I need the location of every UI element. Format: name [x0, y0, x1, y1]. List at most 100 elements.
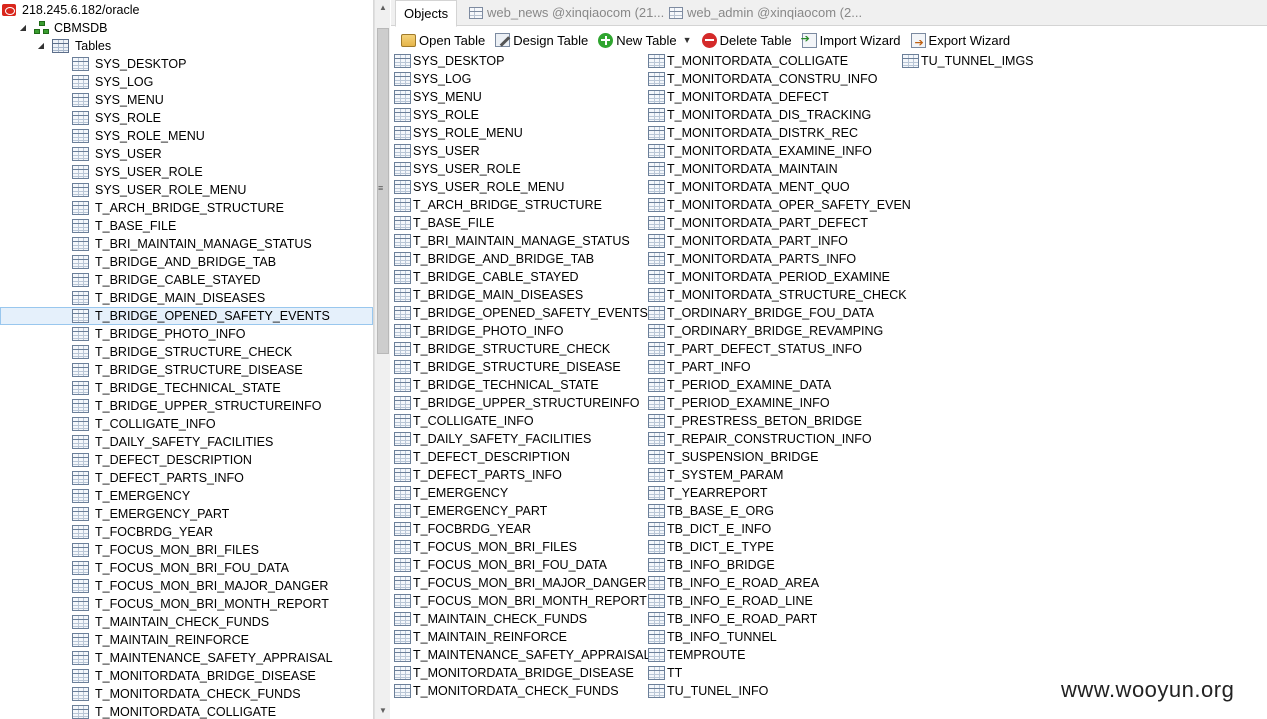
- object-table-item[interactable]: T_MONITORDATA_DISTRK_REC: [648, 124, 858, 142]
- object-table-item[interactable]: T_MONITORDATA_MENT_QUO: [648, 178, 850, 196]
- tree-table-item[interactable]: T_BRIDGE_TECHNICAL_STATE: [72, 379, 281, 397]
- tab-objects[interactable]: Objects: [395, 0, 458, 27]
- object-table-item[interactable]: T_MONITORDATA_PART_DEFECT: [648, 214, 868, 232]
- object-table-item[interactable]: T_BRIDGE_OPENED_SAFETY_EVENTS: [394, 304, 648, 322]
- import-wizard-button[interactable]: Import Wizard: [798, 29, 905, 51]
- tree-table-item[interactable]: T_BRIDGE_STRUCTURE_DISEASE: [72, 361, 303, 379]
- object-table-item[interactable]: T_BRIDGE_STRUCTURE_CHECK: [394, 340, 610, 358]
- expanded-caret-icon[interactable]: ◢: [18, 23, 28, 33]
- object-table-item[interactable]: T_DAILY_SAFETY_FACILITIES: [394, 430, 591, 448]
- tree-table-item[interactable]: T_FOCUS_MON_BRI_FILES: [72, 541, 259, 559]
- open-table-button[interactable]: Open Table: [397, 29, 489, 51]
- object-table-item[interactable]: TT: [648, 664, 682, 682]
- scroll-up-icon[interactable]: ▲: [375, 0, 391, 16]
- object-table-item[interactable]: T_PART_DEFECT_STATUS_INFO: [648, 340, 862, 358]
- tree-table-item[interactable]: T_FOCUS_MON_BRI_MAJOR_DANGER: [72, 577, 328, 595]
- object-table-item[interactable]: T_SUSPENSION_BRIDGE: [648, 448, 818, 466]
- object-table-item[interactable]: T_MONITORDATA_PART_INFO: [648, 232, 848, 250]
- object-table-item[interactable]: T_BRIDGE_MAIN_DISEASES: [394, 286, 583, 304]
- tree-table-item[interactable]: T_EMERGENCY: [72, 487, 190, 505]
- expanded-caret-icon[interactable]: ◢: [36, 41, 46, 51]
- tree-table-item[interactable]: T_BRIDGE_PHOTO_INFO: [72, 325, 246, 343]
- tree-table-item[interactable]: T_MAINTENANCE_SAFETY_APPRAISAL: [72, 649, 333, 667]
- tree-table-item[interactable]: T_DEFECT_DESCRIPTION: [72, 451, 252, 469]
- object-table-item[interactable]: SYS_DESKTOP: [394, 52, 504, 70]
- object-table-item[interactable]: T_ORDINARY_BRIDGE_FOU_DATA: [648, 304, 874, 322]
- tree-table-item[interactable]: T_MONITORDATA_CHECK_FUNDS: [72, 685, 301, 703]
- tree-table-item[interactable]: T_DAILY_SAFETY_FACILITIES: [72, 433, 273, 451]
- tree-scrollbar[interactable]: ▲ ≡ ▼: [374, 0, 390, 719]
- object-table-item[interactable]: TEMPROUTE: [648, 646, 745, 664]
- object-table-item[interactable]: SYS_ROLE: [394, 106, 479, 124]
- tab-web-news[interactable]: web_news @xinqiaocom (21...: [461, 0, 672, 26]
- tree-table-item[interactable]: T_MAINTAIN_REINFORCE: [72, 631, 249, 649]
- object-table-item[interactable]: T_MONITORDATA_EXAMINE_INFO: [648, 142, 872, 160]
- object-table-item[interactable]: TB_DICT_E_INFO: [648, 520, 771, 538]
- object-table-item[interactable]: TB_INFO_BRIDGE: [648, 556, 775, 574]
- object-table-item[interactable]: TB_INFO_E_ROAD_AREA: [648, 574, 819, 592]
- object-table-item[interactable]: T_BRI_MAINTAIN_MANAGE_STATUS: [394, 232, 630, 250]
- object-table-item[interactable]: SYS_ROLE_MENU: [394, 124, 523, 142]
- object-table-item[interactable]: TB_INFO_E_ROAD_PART: [648, 610, 817, 628]
- object-table-item[interactable]: T_BRIDGE_TECHNICAL_STATE: [394, 376, 599, 394]
- object-table-item[interactable]: T_ARCH_BRIDGE_STRUCTURE: [394, 196, 602, 214]
- scroll-down-icon[interactable]: ▼: [375, 703, 391, 719]
- object-table-item[interactable]: T_PERIOD_EXAMINE_DATA: [648, 376, 831, 394]
- object-table-item[interactable]: T_EMERGENCY_PART: [394, 502, 547, 520]
- object-table-item[interactable]: T_MONITORDATA_CHECK_FUNDS: [394, 682, 619, 700]
- object-table-item[interactable]: T_EMERGENCY: [394, 484, 508, 502]
- tree-table-item[interactable]: SYS_USER: [72, 145, 162, 163]
- tree-table-item[interactable]: T_BASE_FILE: [72, 217, 176, 235]
- object-table-item[interactable]: T_MONITORDATA_DIS_TRACKING: [648, 106, 871, 124]
- object-table-item[interactable]: SYS_USER_ROLE: [394, 160, 521, 178]
- object-table-item[interactable]: T_BRIDGE_CABLE_STAYED: [394, 268, 579, 286]
- object-table-item[interactable]: T_COLLIGATE_INFO: [394, 412, 534, 430]
- tree-table-item[interactable]: T_BRI_MAINTAIN_MANAGE_STATUS: [72, 235, 312, 253]
- tab-web-admin[interactable]: web_admin @xinqiaocom (2...: [661, 0, 870, 26]
- tree-table-item[interactable]: SYS_ROLE: [72, 109, 161, 127]
- object-table-item[interactable]: T_SYSTEM_PARAM: [648, 466, 783, 484]
- object-table-item[interactable]: T_PRESTRESS_BETON_BRIDGE: [648, 412, 862, 430]
- dropdown-caret-icon[interactable]: ▼: [683, 35, 692, 45]
- tree-table-item[interactable]: T_BRIDGE_AND_BRIDGE_TAB: [72, 253, 276, 271]
- object-table-item[interactable]: T_BRIDGE_UPPER_STRUCTUREINFO: [394, 394, 639, 412]
- object-table-item[interactable]: T_YEARREPORT: [648, 484, 768, 502]
- object-table-item[interactable]: TB_INFO_E_ROAD_LINE: [648, 592, 813, 610]
- tree-table-item[interactable]: T_FOCBRDG_YEAR: [72, 523, 213, 541]
- object-table-item[interactable]: SYS_USER: [394, 142, 480, 160]
- object-table-item[interactable]: TU_TUNEL_INFO: [648, 682, 768, 700]
- object-table-item[interactable]: T_BRIDGE_PHOTO_INFO: [394, 322, 564, 340]
- object-table-item[interactable]: T_MAINTAIN_REINFORCE: [394, 628, 567, 646]
- object-table-item[interactable]: T_BRIDGE_AND_BRIDGE_TAB: [394, 250, 594, 268]
- tree-table-item[interactable]: T_MONITORDATA_COLLIGATE: [72, 703, 276, 719]
- object-table-item[interactable]: T_MONITORDATA_BRIDGE_DISEASE: [394, 664, 634, 682]
- object-table-item[interactable]: T_FOCUS_MON_BRI_MONTH_REPORT: [394, 592, 647, 610]
- object-table-item[interactable]: TB_DICT_E_TYPE: [648, 538, 774, 556]
- tree-table-item[interactable]: T_FOCUS_MON_BRI_MONTH_REPORT: [72, 595, 329, 613]
- object-table-item[interactable]: T_MONITORDATA_STRUCTURE_CHECK: [648, 286, 907, 304]
- tree-table-item[interactable]: T_DEFECT_PARTS_INFO: [72, 469, 244, 487]
- object-table-item[interactable]: T_REPAIR_CONSTRUCTION_INFO: [648, 430, 872, 448]
- object-table-item[interactable]: T_BASE_FILE: [394, 214, 494, 232]
- object-table-item[interactable]: T_MAINTAIN_CHECK_FUNDS: [394, 610, 587, 628]
- tree-table-item[interactable]: T_BRIDGE_MAIN_DISEASES: [72, 289, 265, 307]
- object-table-item[interactable]: TB_BASE_E_ORG: [648, 502, 774, 520]
- tree-database-node[interactable]: ◢ CBMSDB: [18, 19, 107, 37]
- tree-table-item[interactable]: T_MAINTAIN_CHECK_FUNDS: [72, 613, 269, 631]
- tree-table-item[interactable]: SYS_MENU: [72, 91, 164, 109]
- tree-table-item[interactable]: T_FOCUS_MON_BRI_FOU_DATA: [72, 559, 289, 577]
- object-table-item[interactable]: T_BRIDGE_STRUCTURE_DISEASE: [394, 358, 621, 376]
- object-table-item[interactable]: T_DEFECT_PARTS_INFO: [394, 466, 562, 484]
- tree-table-item[interactable]: T_BRIDGE_OPENED_SAFETY_EVENTS: [0, 307, 373, 325]
- tree-table-item[interactable]: SYS_ROLE_MENU: [72, 127, 205, 145]
- object-table-item[interactable]: T_MAINTENANCE_SAFETY_APPRAISAL: [394, 646, 651, 664]
- tree-table-item[interactable]: T_BRIDGE_STRUCTURE_CHECK: [72, 343, 292, 361]
- tree-table-item[interactable]: SYS_LOG: [72, 73, 153, 91]
- tree-table-item[interactable]: SYS_DESKTOP: [72, 55, 186, 73]
- object-table-item[interactable]: T_MONITORDATA_PERIOD_EXAMINE: [648, 268, 890, 286]
- object-table-item[interactable]: T_MONITORDATA_OPER_SAFETY_EVEN: [648, 196, 911, 214]
- object-table-item[interactable]: T_FOCUS_MON_BRI_MAJOR_DANGER: [394, 574, 646, 592]
- new-table-button[interactable]: New Table ▼: [594, 29, 695, 51]
- object-table-item[interactable]: TU_TUNNEL_IMGS: [902, 52, 1034, 70]
- export-wizard-button[interactable]: Export Wizard: [907, 29, 1015, 51]
